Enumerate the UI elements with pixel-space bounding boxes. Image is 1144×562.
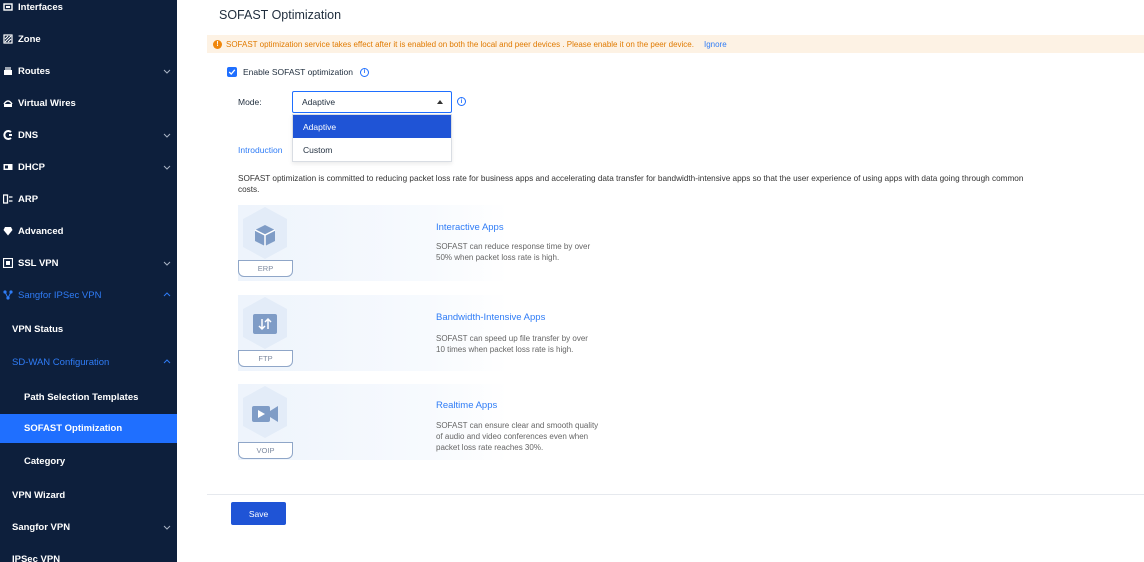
sidebar-item-label: DHCP [18,161,45,173]
sidebar-item-vpn-status[interactable]: VPN Status [0,313,177,345]
card-line: of audio and video conferences even when [436,432,589,441]
chevron-down-icon [163,523,171,531]
chevron-up-icon [163,358,171,366]
arp-icon [3,194,13,204]
description-line: SOFAST optimization is committed to redu… [238,174,1024,183]
mode-label: Mode: [238,97,262,107]
chevron-down-icon [163,259,171,267]
mode-dropdown: Adaptive Custom [292,114,452,162]
sidebar-item-label: IPSec VPN [12,553,61,562]
virtual-wires-icon [3,98,13,108]
chevron-down-icon [163,67,171,75]
sidebar-item-label: SOFAST Optimization [24,423,123,434]
sidebar-item-ipsec-vpn[interactable]: IPSec VPN [0,543,177,562]
card-description: SOFAST can ensure clear and smooth quali… [436,420,636,453]
description-line: costs. [238,185,260,194]
page-title: SOFAST Optimization [219,8,342,22]
info-icon[interactable]: i [359,67,369,77]
sidebar-item-sangfor-vpn[interactable]: Sangfor VPN [0,511,177,543]
card-line: packet loss rate reaches 30%. [436,443,544,452]
notice-banner: ! SOFAST optimization service takes effe… [207,35,1144,53]
card-line: SOFAST can ensure clear and smooth quali… [436,421,599,430]
card-line: 10 times when packet loss rate is high. [436,345,574,354]
sidebar-item-sofast-optimization[interactable]: SOFAST Optimization [0,414,177,443]
sidebar-item-label: VPN Status [12,323,64,335]
sidebar-item-label: Category [24,455,66,467]
sidebar-item-dns[interactable]: DNS [0,119,177,151]
sidebar-item-sangfor-ipsec-vpn[interactable]: Sangfor IPSec VPN [0,279,177,311]
enable-sofast-checkbox[interactable] [227,67,237,77]
sidebar-item-zone[interactable]: Zone [0,23,177,55]
card-title: Bandwidth-Intensive Apps [436,312,546,323]
dns-icon [3,130,13,140]
sidebar-item-label: SSL VPN [18,257,59,269]
sidebar-item-label: Sangfor VPN [12,521,71,533]
enable-sofast-row: Enable SOFAST optimization i [227,67,369,77]
card-title: Interactive Apps [436,222,504,233]
sidebar-item-label: Routes [18,65,51,77]
sidebar-item-label: SD-WAN Configuration [12,356,110,368]
sidebar: Interfaces Zone Routes Virtual Wires DNS… [0,0,177,562]
check-icon [228,69,236,75]
voip-tag: VOIP [238,442,293,459]
sidebar-item-label: Advanced [18,225,64,237]
sidebar-item-label: Zone [18,33,41,45]
card-description: SOFAST can speed up file transfer by ove… [436,333,636,355]
card-title: Realtime Apps [436,400,498,411]
advanced-icon [3,226,13,236]
card-line: 50% when packet loss rate is high. [436,253,560,262]
sidebar-item-label: ARP [18,193,39,205]
introduction-link[interactable]: Introduction [238,145,282,155]
realtime-apps-icon [243,386,287,438]
sidebar-item-virtual-wires[interactable]: Virtual Wires [0,87,177,119]
routes-icon [3,66,13,76]
sangfor-ipsec-vpn-icon [3,290,13,300]
dhcp-icon [3,162,13,172]
main-content: SOFAST Optimization ! SOFAST optimizatio… [177,0,1144,562]
sidebar-item-ssl-vpn[interactable]: SSL VPN [0,247,177,279]
sidebar-item-category[interactable]: Category [0,445,177,477]
chevron-up-icon [163,291,171,299]
erp-tag: ERP [238,260,293,277]
sidebar-item-label: Interfaces [18,1,63,13]
sidebar-item-sd-wan-configuration[interactable]: SD-WAN Configuration [0,346,177,378]
ignore-link[interactable]: Ignore [704,40,727,49]
interfaces-icon [3,2,13,12]
mode-option-custom[interactable]: Custom [293,138,451,161]
save-button[interactable]: Save [231,502,286,525]
notice-text: SOFAST optimization service takes effect… [226,39,694,49]
ssl-vpn-icon [3,258,13,268]
mode-info-icon[interactable]: i [457,97,466,106]
caret-up-icon [437,100,443,104]
bandwidth-apps-icon [243,297,287,349]
ftp-tag: FTP [238,350,293,367]
chevron-down-icon [163,131,171,139]
card-line: SOFAST can speed up file transfer by ove… [436,334,588,343]
chevron-down-icon [163,163,171,171]
mode-select[interactable]: Adaptive [292,91,452,113]
mode-select-value: Adaptive [302,97,336,107]
sidebar-item-label: Virtual Wires [18,97,76,109]
card-line: SOFAST can reduce response time by over [436,242,591,251]
interactive-apps-icon [243,207,287,259]
warning-icon: ! [213,39,222,49]
sidebar-item-path-selection-templates[interactable]: Path Selection Templates [0,381,177,413]
sidebar-item-vpn-wizard[interactable]: VPN Wizard [0,479,177,511]
divider [207,494,1144,495]
sidebar-item-label: DNS [18,129,39,141]
sofast-description: SOFAST optimization is committed to redu… [238,173,1144,195]
enable-sofast-label: Enable SOFAST optimization [243,67,353,77]
sidebar-item-dhcp[interactable]: DHCP [0,151,177,183]
mode-option-adaptive[interactable]: Adaptive [293,115,451,138]
sidebar-item-label: Sangfor IPSec VPN [18,289,102,301]
card-description: SOFAST can reduce response time by over … [436,241,636,263]
sidebar-item-advanced[interactable]: Advanced [0,215,177,247]
sidebar-item-label: Path Selection Templates [24,391,139,403]
sidebar-item-interfaces[interactable]: Interfaces [0,0,177,23]
sidebar-item-arp[interactable]: ARP [0,183,177,215]
zone-icon [3,34,13,44]
sidebar-item-routes[interactable]: Routes [0,55,177,87]
sidebar-item-label: VPN Wizard [12,489,66,501]
